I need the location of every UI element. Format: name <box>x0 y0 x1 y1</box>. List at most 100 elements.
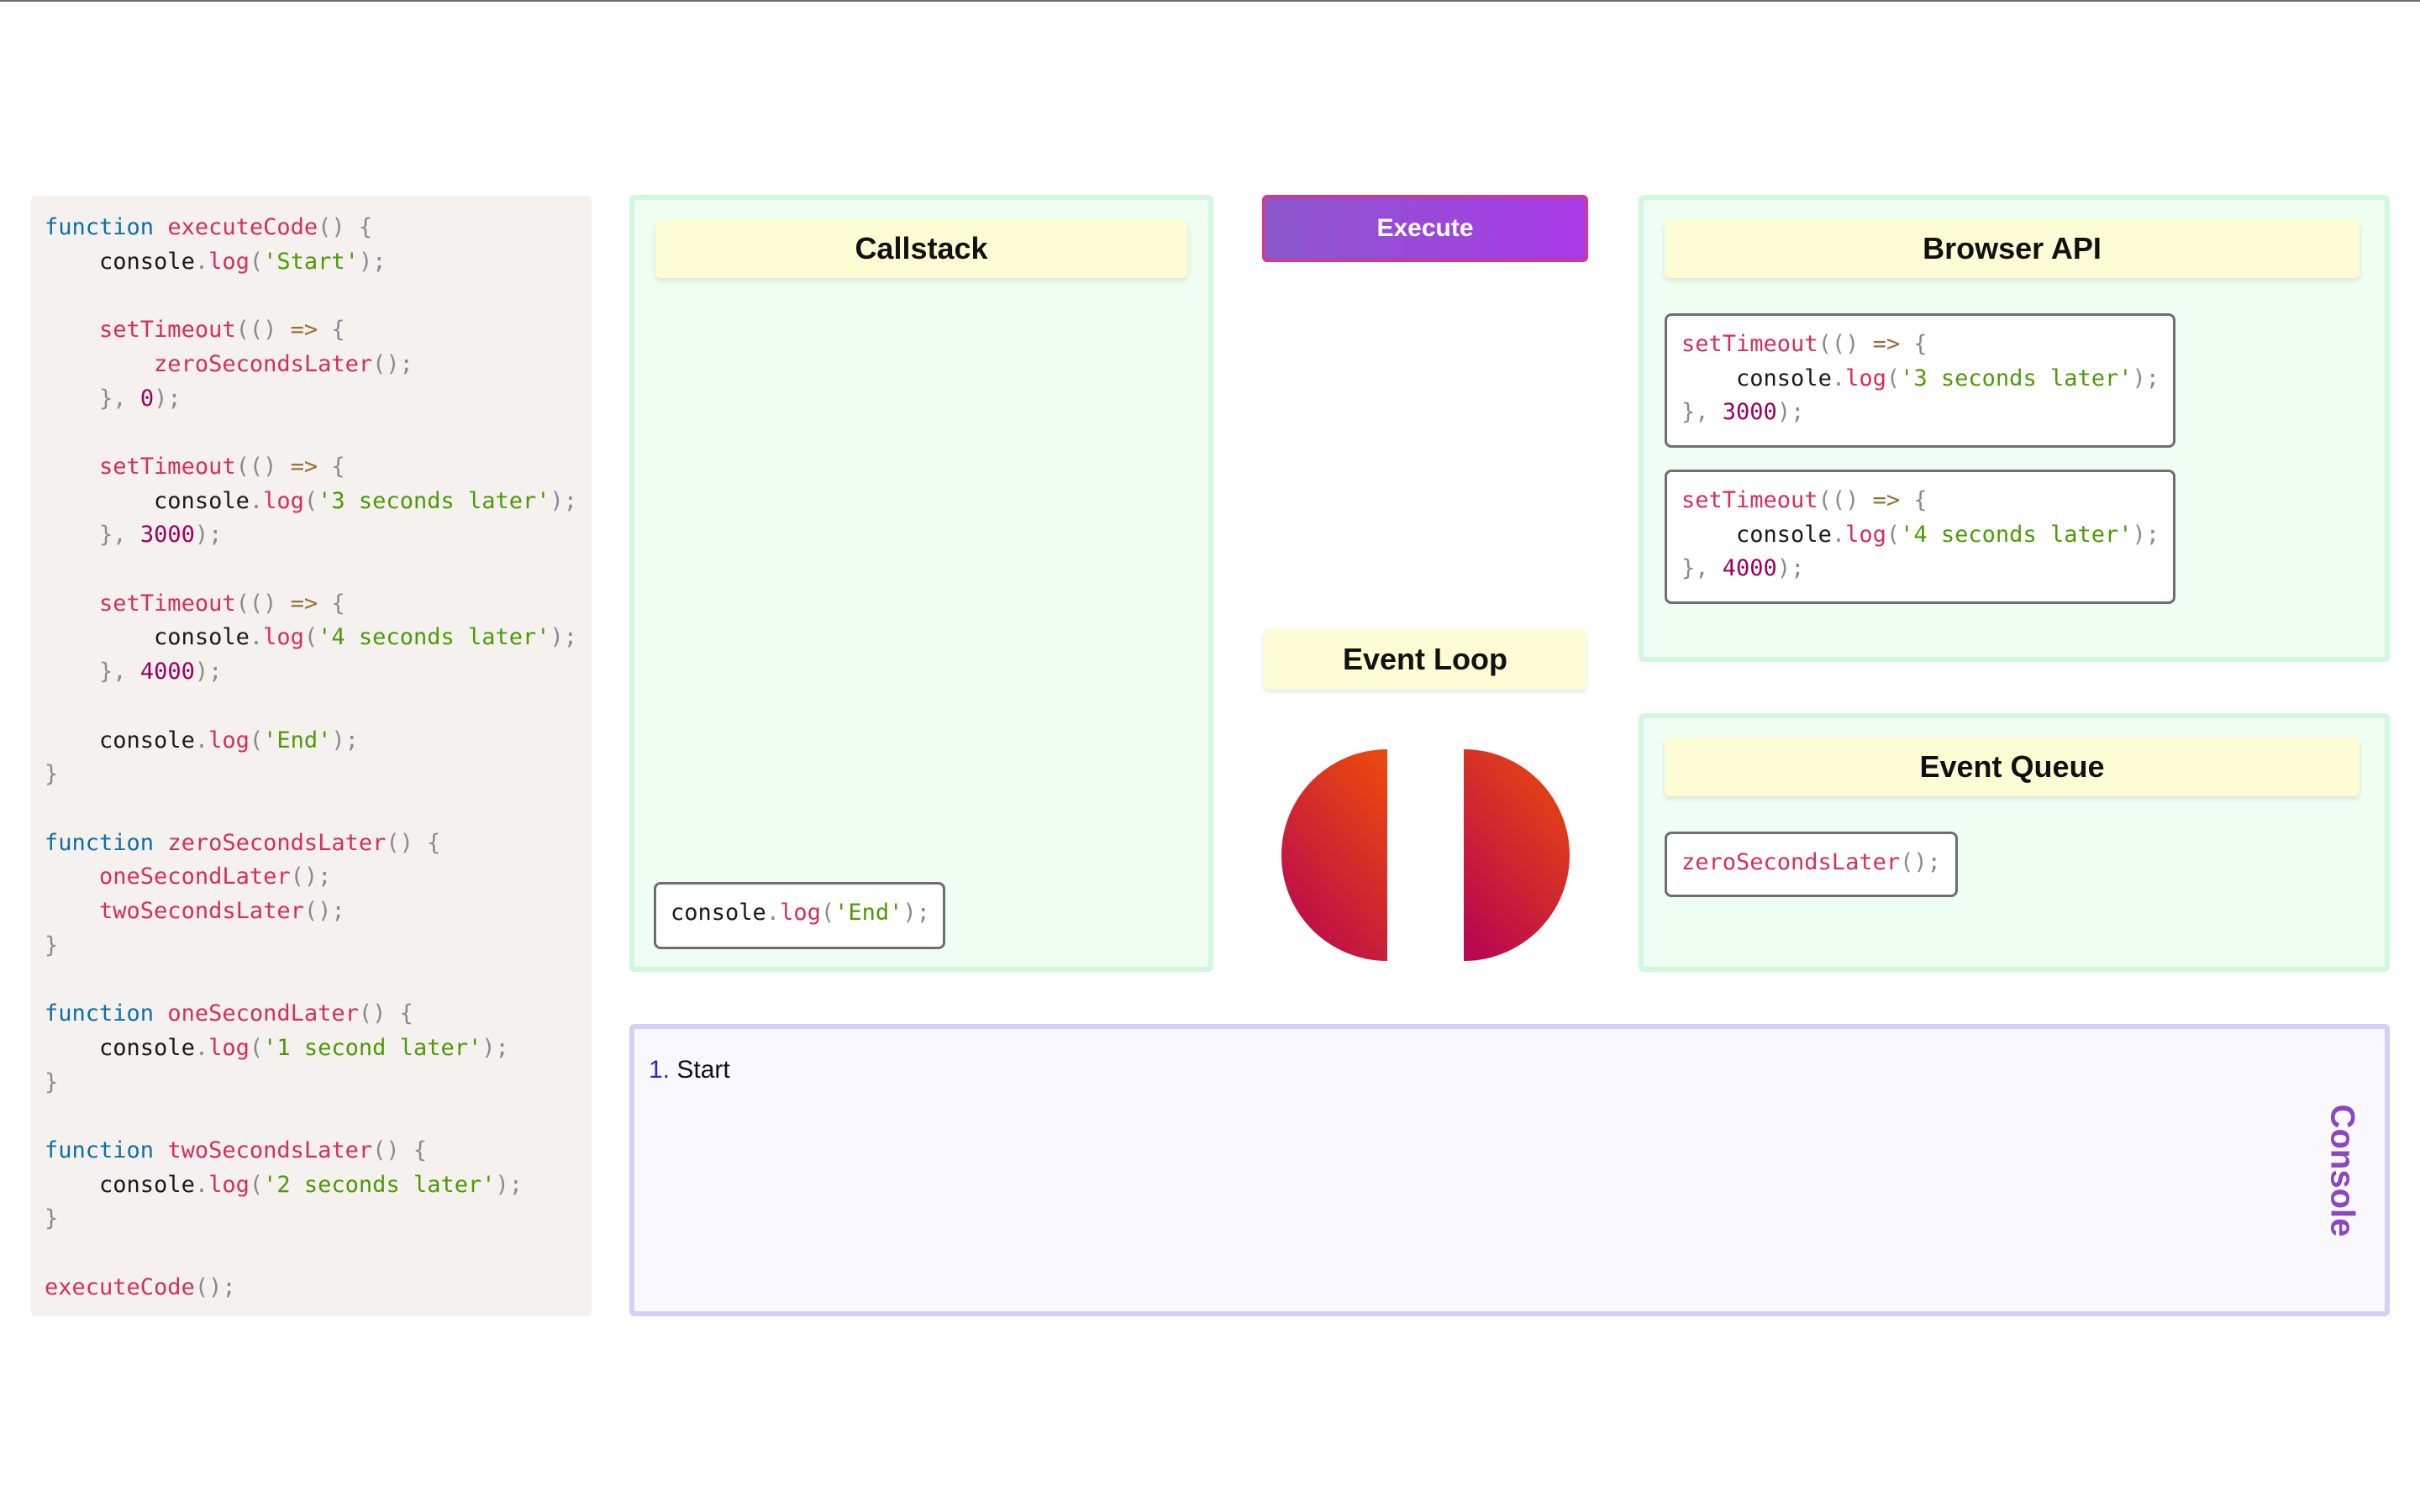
code-token: setTimeout <box>99 317 236 344</box>
browser-api-task: setTimeout(() => { console.log('3 second… <box>1665 313 2175 448</box>
code-token: zeroSecondsLater <box>1681 849 1901 875</box>
code-token: log <box>208 1171 250 1198</box>
code-token: executeCode <box>167 214 318 240</box>
code-token: log <box>1845 521 1886 548</box>
event-queue-panel: Event Queue zeroSecondsLater(); <box>1639 713 2390 972</box>
code-token: function <box>45 829 155 856</box>
code-token: . <box>1831 365 1846 391</box>
code-token: log <box>208 727 250 753</box>
code-token: 4000 <box>1722 555 1777 582</box>
code-token: '2 seconds later' <box>263 1171 496 1198</box>
code-token: ( <box>249 1034 264 1061</box>
callstack-title: Callstack <box>655 219 1187 278</box>
code-token: }, <box>1681 555 1723 582</box>
callstack-panel: Callstack console.log('End'); <box>629 195 1213 972</box>
code-token: 0 <box>139 385 155 412</box>
code-token: }, <box>99 659 140 685</box>
code-token: executeCode <box>45 1273 195 1300</box>
event-loop-title: Event Loop <box>1264 629 1586 690</box>
code-token: (() <box>235 590 291 617</box>
source-code-panel: function executeCode() { console.log('St… <box>31 196 592 1316</box>
code-token: ); <box>495 1171 523 1198</box>
code-token: 'Start' <box>263 248 359 275</box>
code-token: '3 seconds later' <box>1900 365 2133 391</box>
code-token: ( <box>1886 365 1901 391</box>
code-token: ( <box>249 727 264 753</box>
code-token: { <box>318 453 345 480</box>
console-line: 1. Start <box>649 1056 730 1093</box>
code-token: log <box>208 1034 250 1061</box>
event-queue-item: zeroSecondsLater(); <box>1665 832 1958 897</box>
code-token: '4 seconds later' <box>318 624 550 651</box>
code-token: 'End' <box>834 900 903 926</box>
code-token: console <box>154 624 250 651</box>
top-border <box>0 0 2420 2</box>
code-token: { <box>318 317 345 344</box>
code-token: function <box>45 1137 155 1163</box>
code-token: ); <box>1776 399 1805 426</box>
code-token: console <box>671 900 766 926</box>
code-token: } <box>45 1068 59 1095</box>
code-token: => <box>290 317 318 344</box>
code-token: ); <box>481 1034 509 1061</box>
code-token: ( <box>249 1171 264 1198</box>
code-token: '4 seconds later' <box>1900 521 2133 548</box>
code-token: setTimeout <box>99 453 236 480</box>
code-token: setTimeout <box>99 590 236 617</box>
code-token: log <box>208 248 250 275</box>
code-token: } <box>45 1205 59 1232</box>
code-token: { <box>1900 487 1928 513</box>
code-token: 4000 <box>139 659 195 685</box>
code-token: zeroSecondsLater <box>154 350 373 377</box>
code-token: 3000 <box>1722 399 1777 426</box>
execute-button[interactable]: Execute <box>1262 195 1588 262</box>
code-token: 3000 <box>139 522 195 549</box>
code-token: log <box>263 487 304 514</box>
code-token: (() <box>235 453 291 480</box>
code-token: . <box>249 487 264 514</box>
code-token: function <box>45 214 155 240</box>
code-token: console <box>154 487 250 514</box>
code-token: . <box>194 1171 209 1198</box>
code-token: . <box>194 727 209 753</box>
code-token: . <box>1831 521 1846 548</box>
code-token: console <box>99 727 195 753</box>
split-circle-icon <box>1281 749 1570 961</box>
code-token: oneSecondLater <box>167 1000 359 1027</box>
console-line-number: 1. <box>649 1056 677 1084</box>
code-token: (); <box>194 1273 236 1300</box>
code-token: . <box>249 624 264 651</box>
console-line-text: Start <box>676 1056 730 1084</box>
code-token: ( <box>1886 521 1901 548</box>
code-token: ); <box>550 624 578 651</box>
code-token: => <box>1872 331 1901 357</box>
code-token: } <box>45 932 59 958</box>
event-queue-item-code: zeroSecondsLater(); <box>1681 846 1955 880</box>
browser-api-task: setTimeout(() => { console.log('4 second… <box>1665 470 2175 604</box>
code-token: log <box>780 900 821 926</box>
code-token: } <box>45 761 59 788</box>
code-token: setTimeout <box>1681 331 1818 357</box>
callstack-frame-code: console.log('End'); <box>671 896 943 931</box>
callstack-frame: console.log('End'); <box>654 882 945 949</box>
code-token: console <box>99 1171 195 1198</box>
event-queue-title: Event Queue <box>1665 738 2360 796</box>
code-token: => <box>1872 487 1901 513</box>
code-token: ); <box>2132 521 2160 548</box>
code-token: ); <box>194 522 223 549</box>
code-token: { <box>1900 331 1928 357</box>
code-token: (); <box>1900 849 1941 875</box>
code-token: oneSecondLater <box>99 864 291 890</box>
